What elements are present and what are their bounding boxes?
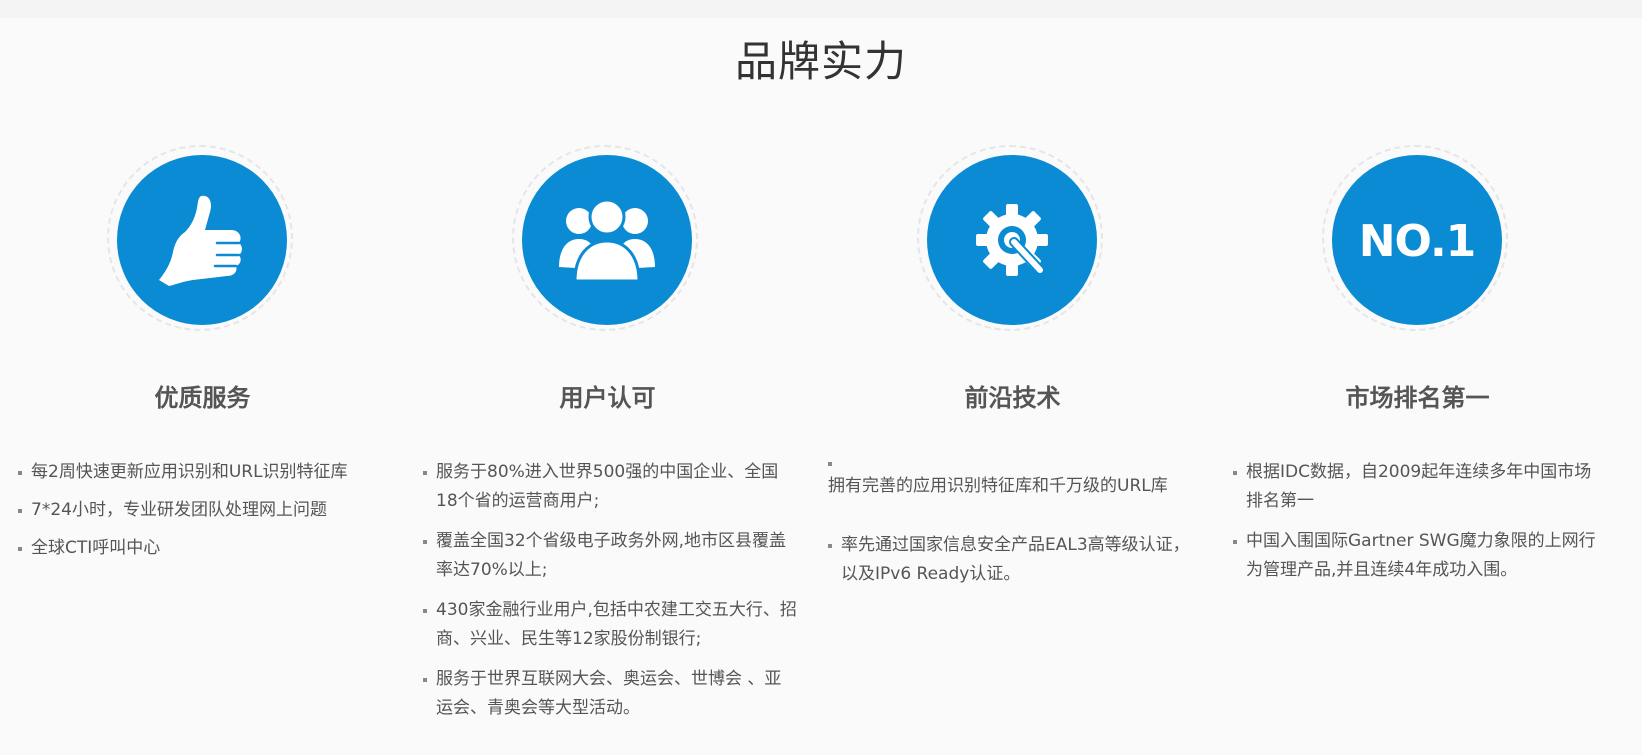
icon-disc [522, 155, 692, 325]
list-item: 拥有完善的应用识别特征库和千万级的URL库 [828, 458, 1203, 501]
icon-disc [927, 155, 1097, 325]
feature-column-ranking: NO.1 市场排名第一 根据IDC数据，自2009起年连续多年中国市场排名第一 … [1215, 0, 1620, 755]
icon-disc: NO.1 [1332, 155, 1502, 325]
feature-list: 每2周快速更新应用识别和URL识别特征库 7*24小时，专业研发团队处理网上问题… [18, 458, 393, 572]
list-item: 根据IDC数据，自2009起年连续多年中国市场排名第一 [1233, 458, 1608, 516]
list-item: 每2周快速更新应用识别和URL识别特征库 [18, 458, 393, 487]
feature-list: 根据IDC数据，自2009起年连续多年中国市场排名第一 中国入围国际Gartne… [1233, 458, 1608, 596]
feature-column-users: 用户认可 服务于80%进入世界500强的中国企业、全国18个省的运营商用户; 覆… [405, 0, 810, 755]
icon-disc [117, 155, 287, 325]
feature-list: 服务于80%进入世界500强的中国企业、全国18个省的运营商用户; 覆盖全国32… [423, 458, 798, 734]
list-item: 中国入围国际Gartner SWG魔力象限的上网行为管理产品,并且连续4年成功入… [1233, 527, 1608, 585]
feature-column-technology: 前沿技术 拥有完善的应用识别特征库和千万级的URL库 率先通过国家信息安全产品E… [810, 0, 1215, 755]
users-icon [559, 198, 655, 283]
list-item: 服务于80%进入世界500强的中国企业、全国18个省的运营商用户; [423, 458, 798, 516]
list-item: 服务于世界互联网大会、奥运会、世博会 、亚运会、青奥会等大型活动。 [423, 665, 798, 723]
thumbs-up-icon [159, 195, 242, 286]
gear-wrench-icon [976, 204, 1048, 276]
list-item: 430家金融行业用户,包括中农建工交五大行、招商、兴业、民生等12家股份制银行; [423, 596, 798, 654]
feature-column-service: 优质服务 每2周快速更新应用识别和URL识别特征库 7*24小时，专业研发团队处… [0, 0, 405, 755]
list-item: 7*24小时，专业研发团队处理网上问题 [18, 496, 393, 525]
no1-icon: NO.1 [1359, 216, 1477, 267]
list-item: 全球CTI呼叫中心 [18, 534, 393, 563]
feature-heading: 市场排名第一 [1345, 384, 1490, 412]
list-item: 覆盖全国32个省级电子政务外网,地市区县覆盖率达70%以上; [423, 527, 798, 585]
list-item: 率先通过国家信息安全产品EAL3高等级认证，以及IPv6 Ready认证。 [828, 531, 1203, 589]
no1-icon-text: NO.1 [1359, 216, 1476, 267]
feature-heading: 前沿技术 [964, 384, 1061, 412]
feature-list: 拥有完善的应用识别特征库和千万级的URL库 率先通过国家信息安全产品EAL3高等… [828, 458, 1203, 600]
feature-heading: 用户认可 [559, 384, 656, 412]
feature-heading: 优质服务 [154, 384, 251, 412]
